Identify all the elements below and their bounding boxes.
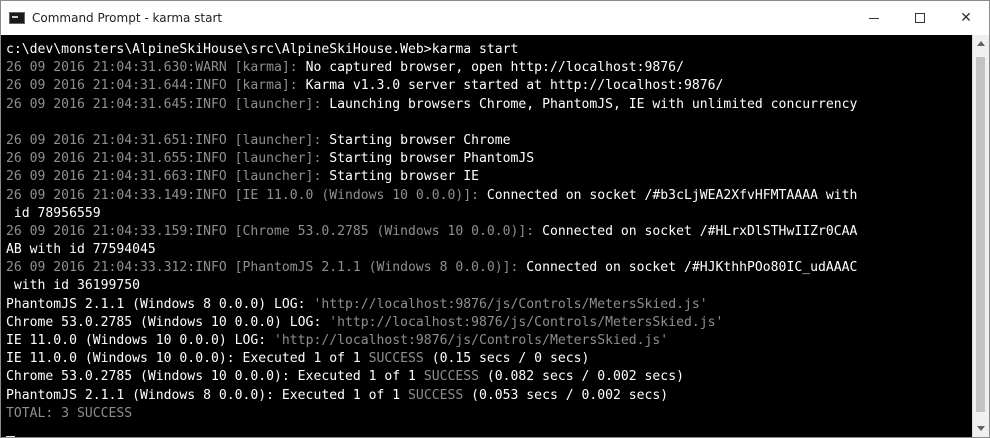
console-line: 26 09 2016 21:04:31.630:WARN [karma]: No… <box>6 59 973 77</box>
console-text: (0.082 secs / 0.002 secs) <box>479 369 684 385</box>
console-text: 26 09 2016 21:04:31.651:INFO [launcher]: <box>6 132 330 148</box>
console-text: Chrome 53.0.2785 (Windows 10 0.0.0): Exe… <box>6 369 424 385</box>
maximize-button[interactable] <box>897 1 943 35</box>
console-text: 26 09 2016 21:04:31.630:WARN [karma]: <box>6 60 306 76</box>
scroll-down-icon[interactable] <box>977 426 985 431</box>
console-text: (0.15 secs / 0 secs) <box>423 351 590 367</box>
console-line: c:\dev\monsters\AlpineSkiHouse\src\Alpin… <box>6 41 973 59</box>
console-text: Chrome 53.0.2785 (Windows 10 0.0.0) LOG: <box>6 314 330 330</box>
minimize-button[interactable] <box>851 1 897 35</box>
console-line: 26 09 2016 21:04:33.159:INFO [Chrome 53.… <box>6 223 973 241</box>
console-text: No captured browser, open http://localho… <box>305 60 684 76</box>
vertical-scrollbar[interactable] <box>972 35 989 437</box>
close-button[interactable]: ✕ <box>943 1 989 35</box>
console-text: Connected on socket /#HLrxDlSTHwIIZr0CAA <box>542 223 858 239</box>
console-text: 'http://localhost:9876/js/Controls/Meter… <box>274 333 669 348</box>
console-line: 26 09 2016 21:04:33.149:INFO [IE 11.0.0 … <box>6 187 973 205</box>
cmd-app-icon[interactable] <box>9 12 25 24</box>
console-line: 26 09 2016 21:04:31.655:INFO [launcher]:… <box>6 150 973 168</box>
console-line: 26 09 2016 21:04:33.312:INFO [PhantomJS … <box>6 259 973 277</box>
console-line: AB with id 77594045 <box>6 241 973 259</box>
console-text: 26 09 2016 21:04:33.149:INFO [IE 11.0.0 … <box>6 187 487 203</box>
console-text: IE 11.0.0 (Windows 10 0.0.0) LOG: <box>6 333 275 348</box>
console-line <box>6 423 973 437</box>
minimize-icon <box>869 17 879 19</box>
console-line: 26 09 2016 21:04:31.645:INFO [launcher]:… <box>6 96 973 114</box>
console-line: 26 09 2016 21:04:31.663:INFO [launcher]:… <box>6 168 973 186</box>
console-text: TOTAL: 3 SUCCESS <box>6 405 133 421</box>
window-title: Command Prompt - karma start <box>32 11 223 25</box>
console-text: PhantomJS 2.1.1 (Windows 8 0.0.0) LOG: <box>6 296 314 312</box>
console-text: with id 36199750 <box>6 278 141 294</box>
console-text: SUCCESS <box>423 369 479 385</box>
console-text: c:\dev\monsters\AlpineSkiHouse\src\Alpin… <box>6 42 519 57</box>
console-text: 26 09 2016 21:04:33.159:INFO [Chrome 53.… <box>6 223 543 239</box>
console-text: 'http://localhost:9876/js/Controls/Meter… <box>329 314 724 330</box>
console-output[interactable]: c:\dev\monsters\AlpineSkiHouse\src\Alpin… <box>1 35 973 437</box>
console-text: Starting browser Chrome <box>329 132 511 148</box>
console-text: Connected on socket /#b3cLjWEA2XfvHFMTAA… <box>486 187 858 203</box>
console-text: Karma v1.3.0 server started at http://lo… <box>305 78 724 94</box>
console-line: IE 11.0.0 (Windows 10 0.0.0): Executed 1… <box>6 350 973 368</box>
scroll-thumb[interactable] <box>976 57 985 412</box>
console-text: Launching browsers Chrome, PhantomJS, IE… <box>329 96 858 112</box>
console-line: TOTAL: 3 SUCCESS <box>6 405 973 423</box>
console-text: 26 09 2016 21:04:33.312:INFO [PhantomJS … <box>6 260 527 276</box>
console-text: 26 09 2016 21:04:31.663:INFO [launcher]: <box>6 169 330 185</box>
console-text: id 78956559 <box>6 205 101 221</box>
console-text: 26 09 2016 21:04:31.655:INFO [launcher]: <box>6 151 330 167</box>
console-text: Starting browser PhantomJS <box>329 151 535 167</box>
console-line: Chrome 53.0.2785 (Windows 10 0.0.0): Exe… <box>6 368 973 386</box>
scroll-up-icon[interactable] <box>977 41 985 46</box>
console-text: SUCCESS <box>408 387 464 403</box>
console-text: SUCCESS <box>368 351 424 367</box>
console-line: id 78956559 <box>6 205 973 223</box>
maximize-icon <box>915 13 925 23</box>
text-cursor <box>6 436 15 437</box>
console-text: IE 11.0.0 (Windows 10 0.0.0): Executed 1… <box>6 351 369 367</box>
console-text: Connected on socket /#HJKthhPOo80IC_udAA… <box>526 260 858 276</box>
console-line: 26 09 2016 21:04:31.644:INFO [karma]: Ka… <box>6 77 973 95</box>
close-icon: ✕ <box>960 10 972 26</box>
console-text: 26 09 2016 21:04:31.645:INFO [launcher]: <box>6 96 330 112</box>
console-text: (0.053 secs / 0.002 secs) <box>463 387 669 403</box>
console-line: 26 09 2016 21:04:31.651:INFO [launcher]:… <box>6 132 973 150</box>
console-line: Chrome 53.0.2785 (Windows 10 0.0.0) LOG:… <box>6 314 973 332</box>
console-text: 'http://localhost:9876/js/Controls/Meter… <box>313 296 708 312</box>
console-text: AB with id 77594045 <box>6 242 156 258</box>
console-line: PhantomJS 2.1.1 (Windows 8 0.0.0) LOG: '… <box>6 296 973 314</box>
console-line: IE 11.0.0 (Windows 10 0.0.0) LOG: 'http:… <box>6 332 973 350</box>
console-text: 26 09 2016 21:04:31.644:INFO [karma]: <box>6 78 306 94</box>
command-prompt-window: Command Prompt - karma start ✕ c:\dev\mo… <box>0 0 990 438</box>
title-bar[interactable]: Command Prompt - karma start ✕ <box>1 1 989 35</box>
console-text: PhantomJS 2.1.1 (Windows 8 0.0.0): Execu… <box>6 387 409 403</box>
console-line: with id 36199750 <box>6 277 973 295</box>
console-line: PhantomJS 2.1.1 (Windows 8 0.0.0): Execu… <box>6 387 973 405</box>
console-text: Starting browser IE <box>329 169 479 185</box>
